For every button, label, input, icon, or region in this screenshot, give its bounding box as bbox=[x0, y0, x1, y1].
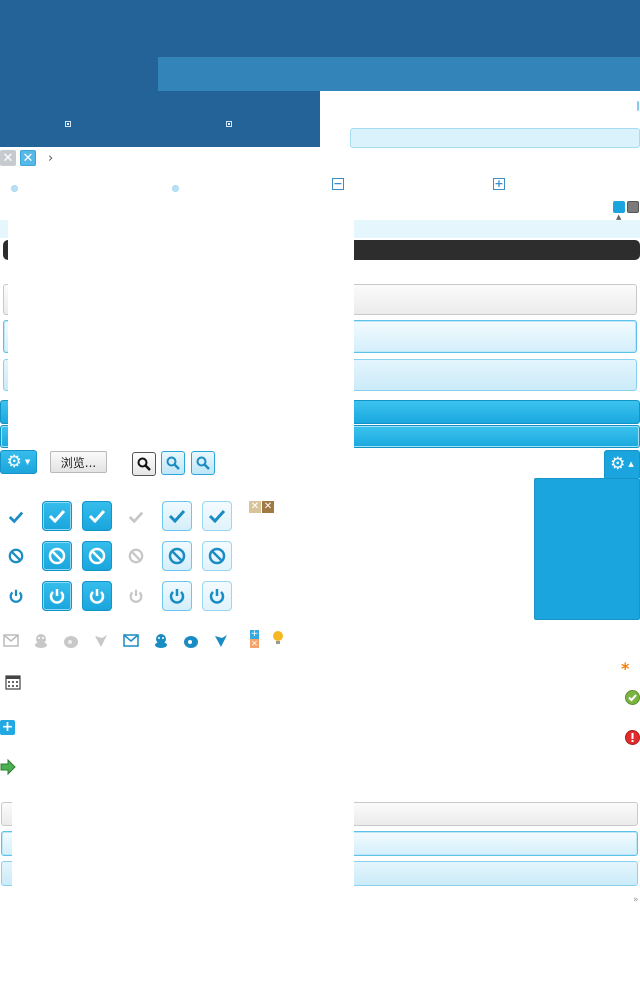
ban-icon[interactable] bbox=[128, 548, 144, 564]
power-button-pressed[interactable] bbox=[82, 581, 112, 611]
tencent-weibo-icon[interactable] bbox=[93, 633, 109, 652]
white-overlay-panel-2 bbox=[12, 796, 354, 886]
minus-box-icon[interactable]: − bbox=[332, 178, 344, 190]
nav-dot-1[interactable] bbox=[64, 120, 72, 128]
search-icon bbox=[166, 456, 180, 470]
check-button-light[interactable] bbox=[202, 501, 232, 531]
close-icon[interactable]: ✕ bbox=[0, 150, 16, 166]
check-button-pressed[interactable] bbox=[82, 501, 112, 531]
check-button-hover[interactable] bbox=[162, 501, 192, 531]
check-icon[interactable] bbox=[8, 509, 24, 525]
ban-icon bbox=[168, 547, 186, 565]
check-icon bbox=[208, 509, 226, 523]
arrow-right-icon[interactable] bbox=[0, 758, 16, 778]
power-icon bbox=[49, 589, 65, 604]
power-icon bbox=[209, 589, 225, 604]
close-icon[interactable]: ✕ bbox=[250, 639, 259, 648]
settings-button[interactable]: ⚙ ▼ bbox=[0, 450, 37, 474]
search-button[interactable] bbox=[132, 452, 156, 476]
white-overlay-panel bbox=[8, 200, 354, 460]
add-icon[interactable]: + bbox=[0, 720, 15, 735]
header-nav-area bbox=[0, 91, 320, 147]
caret-down-icon: ▼ bbox=[24, 457, 31, 466]
power-icon bbox=[89, 589, 105, 604]
ban-button-light[interactable] bbox=[202, 541, 232, 571]
caret-up-icon: ▲ bbox=[628, 460, 634, 468]
color-swatch-gray[interactable] bbox=[627, 201, 639, 213]
close-icon[interactable]: ✕ bbox=[249, 501, 261, 513]
color-swatch-blue[interactable] bbox=[613, 201, 625, 213]
right-edge-tick bbox=[637, 101, 639, 111]
browse-button[interactable]: 浏览... bbox=[50, 451, 107, 473]
lightbulb-icon bbox=[271, 630, 285, 649]
close-icon[interactable]: ✕ bbox=[262, 501, 274, 513]
power-icon[interactable] bbox=[128, 588, 144, 604]
check-icon bbox=[88, 509, 106, 523]
search-icon bbox=[137, 457, 151, 471]
close-icon[interactable]: ✕ bbox=[20, 150, 36, 166]
ban-button-hover[interactable] bbox=[162, 541, 192, 571]
power-button-light[interactable] bbox=[202, 581, 232, 611]
chevron-right-icon[interactable]: › bbox=[48, 151, 53, 166]
weibo-icon[interactable] bbox=[63, 633, 79, 652]
header-left-block bbox=[0, 57, 158, 91]
search-icon bbox=[196, 456, 210, 470]
power-icon bbox=[169, 589, 185, 604]
ban-button-pressed[interactable] bbox=[82, 541, 112, 571]
panel-settings-tab[interactable]: ⚙ ▲ bbox=[604, 450, 640, 478]
close-icon-pair[interactable]: ✕ ✕ bbox=[249, 501, 275, 513]
check-icon[interactable] bbox=[128, 509, 144, 525]
corner-mark: » bbox=[633, 895, 639, 905]
header-band bbox=[158, 57, 640, 91]
check-icon bbox=[48, 509, 66, 523]
ban-icon bbox=[88, 547, 106, 565]
mail-icon[interactable] bbox=[123, 634, 139, 651]
search-button-hover[interactable] bbox=[161, 451, 185, 475]
ban-button-active[interactable] bbox=[42, 541, 72, 571]
plus-box-icon[interactable]: + bbox=[493, 178, 505, 190]
plus-icon[interactable]: + bbox=[250, 630, 259, 639]
power-button-hover[interactable] bbox=[162, 581, 192, 611]
ok-circle-icon bbox=[625, 690, 640, 708]
list-bullet bbox=[172, 185, 179, 192]
power-icon[interactable] bbox=[8, 588, 24, 604]
power-button-active[interactable] bbox=[42, 581, 72, 611]
tencent-weibo-icon[interactable] bbox=[213, 633, 229, 652]
weibo-icon[interactable] bbox=[183, 633, 199, 652]
qq-icon[interactable] bbox=[153, 633, 169, 652]
dropdown-panel bbox=[534, 478, 640, 620]
ban-icon bbox=[208, 547, 226, 565]
header-top-bar bbox=[0, 0, 640, 57]
gear-icon: ⚙ bbox=[6, 451, 22, 472]
expand-collapse-icon[interactable]: + ✕ bbox=[250, 630, 259, 648]
ban-icon[interactable] bbox=[8, 548, 24, 564]
error-circle-icon bbox=[625, 730, 640, 748]
ui-sprite-sheet: ✕ ✕ › − + ▲ ⚙ ▼ 浏览... ⚙ ▲ ✕ ✕ + ✕ * + » bbox=[0, 0, 640, 1000]
list-bullet bbox=[11, 185, 18, 192]
required-star-icon: * bbox=[621, 659, 630, 678]
nav-dot-2[interactable] bbox=[225, 120, 233, 128]
gear-icon: ⚙ bbox=[610, 454, 626, 474]
search-button-active[interactable] bbox=[191, 451, 215, 475]
qq-icon[interactable] bbox=[33, 633, 49, 652]
check-icon bbox=[168, 509, 186, 523]
ban-icon bbox=[48, 547, 66, 565]
light-input-bar[interactable] bbox=[350, 128, 640, 148]
check-button-active[interactable] bbox=[42, 501, 72, 531]
mail-icon[interactable] bbox=[3, 634, 19, 651]
calendar-icon[interactable] bbox=[5, 674, 21, 693]
